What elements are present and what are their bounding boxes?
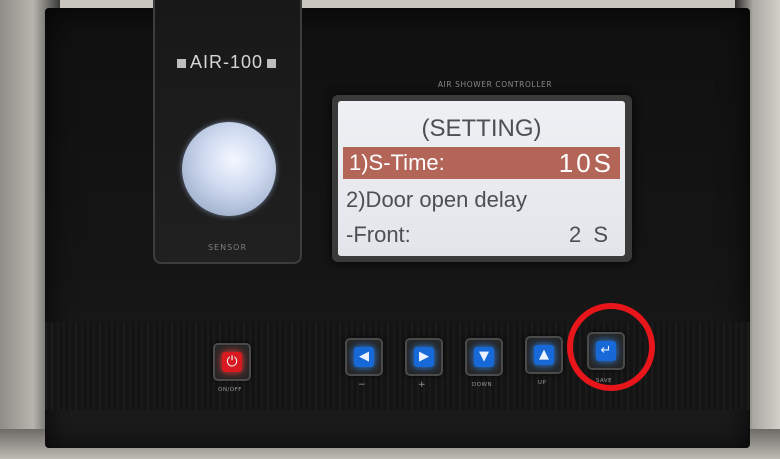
- lcd-row-value: 10S: [558, 148, 614, 178]
- lcd-row-label: 2)Door open delay: [346, 187, 528, 212]
- minus-caption: −: [357, 380, 367, 390]
- sensor-module: AIR-100 SENSOR: [153, 0, 302, 264]
- power-button[interactable]: ⏻: [213, 343, 251, 381]
- right-button[interactable]: ▶: [405, 338, 443, 376]
- triangle-left-icon: ◀: [354, 347, 374, 367]
- lcd-title: (SETTING): [421, 115, 542, 142]
- lcd-row-label: 1)S-Time:: [349, 150, 445, 175]
- up-caption: UP: [537, 380, 547, 386]
- power-caption: ON/OFF: [218, 387, 242, 393]
- sensor-label: SENSOR: [207, 243, 248, 252]
- down-caption: DOWN: [471, 382, 493, 388]
- triangle-right-icon: ▶: [414, 347, 434, 367]
- lcd-row-door-open-delay: 2)Door open delay: [346, 184, 617, 216]
- triangle-up-icon: ▲: [534, 345, 554, 365]
- up-button[interactable]: ▲: [525, 336, 563, 374]
- down-button[interactable]: ▼: [465, 338, 503, 376]
- controller-title: AIR SHOWER CONTROLLER: [437, 80, 553, 89]
- model-label: AIR-100: [163, 52, 290, 73]
- power-icon: ⏻: [222, 352, 242, 372]
- sensor-dome: [182, 122, 276, 216]
- lcd-row-value: 2 S: [568, 222, 611, 247]
- left-button[interactable]: ◀: [345, 338, 383, 376]
- lcd-row-label: -Front:: [346, 222, 411, 247]
- lcd-row-s-time[interactable]: 1)S-Time: 10S: [343, 147, 620, 179]
- lcd-row-front: -Front: 2 S: [346, 219, 617, 251]
- triangle-down-icon: ▼: [474, 347, 494, 367]
- lcd-display: (SETTING) 1)S-Time: 10S 2)Door open dela…: [338, 101, 625, 256]
- annotation-circle: [567, 303, 655, 391]
- plus-caption: +: [417, 380, 427, 390]
